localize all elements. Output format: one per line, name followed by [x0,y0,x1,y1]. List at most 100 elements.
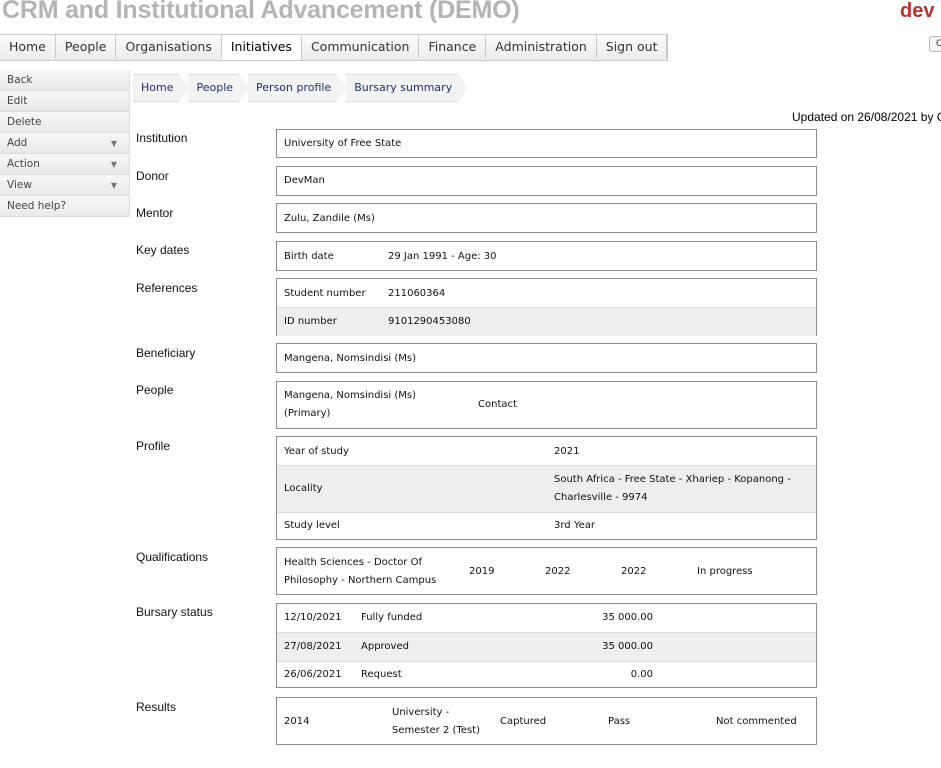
nav-communication[interactable]: Communication [302,35,420,58]
side-view[interactable]: View ▼ [0,175,130,196]
nav-organisations[interactable]: Organisations [116,35,222,58]
bursary-row: 26/06/2021 Request 0.00 [277,662,816,689]
side-menu: Back Edit Delete Add ▼ Action ▼ View ▼ Need… [0,70,130,217]
brand-logo: dev [900,0,935,22]
institution-value[interactable]: University of Free State [284,135,401,153]
person-primary: (Primary) [284,408,331,419]
donor-box: DevMan [276,166,817,196]
nav-home[interactable]: Home [0,35,56,58]
side-add-label: Add [7,137,28,149]
references-label: References [136,281,198,295]
bursary-amount: 35 000.00 [602,641,653,652]
bursary-date: 12/10/2021 [284,612,342,623]
reference-row: Student number 211060364 [277,279,816,308]
breadcrumb: Home People Person profile Bursary summa… [133,74,469,102]
key-date-value: 29 Jan 1991 - Age: 30 [388,251,497,262]
qualification-name-line2: Philosophy - Northern Campus [284,575,437,586]
side-back-label: Back [7,74,33,86]
profile-field-value-line2: Charlesville - 9974 [554,492,648,503]
profile-box: Year of study 2021 Locality South Africa… [276,436,817,540]
qualifications-box: Health Sciences - Doctor Of Philosophy -… [276,547,817,595]
breadcrumb-home[interactable]: Home [133,74,191,102]
breadcrumb-person-profile[interactable]: Person profile [248,74,348,102]
mentor-label: Mentor [136,206,174,220]
reference-value: 211060364 [388,288,446,299]
qualification-status: In progress [697,566,753,577]
key-dates-label: Key dates [136,243,190,257]
updated-text: Updated on 26/08/2021 by Ca [792,110,941,124]
nav-administration[interactable]: Administration [486,35,597,58]
result-outcome: Pass [608,716,631,727]
reference-row: ID number 9101290453080 [277,308,816,336]
qualification-end-year: 2022 [621,566,647,577]
results-label: Results [136,700,177,714]
person-name[interactable]: Mangena, Nomsindisi (Ms) [284,387,416,405]
bursary-amount: 0.00 [630,669,653,680]
side-action[interactable]: Action ▼ [0,154,130,175]
breadcrumb-people[interactable]: People [188,74,249,102]
nav-sign-out[interactable]: Sign out [597,35,668,58]
dropdown-arrow-icon: ▼ [110,181,117,190]
profile-field-name: Year of study [284,446,349,457]
key-date-name: Birth date [284,251,334,262]
qualification-start-year: 2019 [469,566,495,577]
result-period: University - [392,707,450,718]
profile-field-value: 3rd Year [554,520,595,531]
bursary-status: Fully funded [361,612,423,623]
profile-field-value: South Africa - Free State - Xhariep - Ko… [554,474,791,485]
person-role: Contact [478,399,517,410]
side-add[interactable]: Add ▼ [0,133,130,154]
app-title: CRM and Institutional Advancement (DEMO) [2,0,520,24]
side-back[interactable]: Back [0,70,130,91]
results-box: 2014 University - Semester 2 (Test) Capt… [276,697,817,745]
side-edit[interactable]: Edit [0,91,130,112]
reference-value: 9101290453080 [388,316,471,327]
bursary-date: 26/06/2021 [284,669,342,680]
nav-finance[interactable]: Finance [419,35,487,58]
beneficiary-value[interactable]: Mangena, Nomsindisi (Ms) [284,350,416,368]
qualifications-label: Qualifications [136,550,209,564]
breadcrumb-bursary-summary[interactable]: Bursary summary [346,74,469,102]
mentor-value[interactable]: Zulu, Zandile (Ms) [284,210,375,228]
header-button[interactable]: C [929,36,941,52]
result-state: Captured [500,716,547,727]
beneficiary-box: Mangena, Nomsindisi (Ms) [276,343,817,373]
bursary-status: Request [361,669,402,680]
donor-value[interactable]: DevMan [284,172,325,190]
bursary-status-box: 12/10/2021 Fully funded 35 000.00 27/08/… [276,603,817,688]
donor-label: Donor [136,169,169,183]
result-comment: Not commented [716,716,797,727]
profile-field-value: 2021 [554,446,580,457]
side-need-help-label: Need help? [7,200,67,212]
bursary-row: 27/08/2021 Approved 35 000.00 [277,633,816,662]
side-delete-label: Delete [7,116,42,128]
nav-initiatives[interactable]: Initiatives [221,35,302,60]
qualification-name[interactable]: Health Sciences - Doctor Of [284,554,422,572]
institution-label: Institution [136,131,188,145]
side-view-label: View [7,179,32,191]
bursary-date: 27/08/2021 [284,641,342,652]
profile-row: Year of study 2021 [277,437,816,466]
bursary-status-label: Bursary status [136,605,213,619]
side-delete[interactable]: Delete [0,112,130,133]
bursary-status: Approved [361,641,409,652]
mentor-box: Zulu, Zandile (Ms) [276,203,817,233]
bursary-row: 12/10/2021 Fully funded 35 000.00 [277,604,816,633]
bursary-amount: 35 000.00 [602,612,653,623]
key-dates-box: Birth date 29 Jan 1991 - Age: 30 [276,241,817,271]
result-year: 2014 [284,716,310,727]
top-navigation: Home People Organisations Initiatives Co… [0,34,669,61]
nav-people[interactable]: People [56,35,117,58]
profile-row: Study level 3rd Year [277,513,816,540]
references-box: Student number 211060364 ID number 91012… [276,278,817,336]
profile-field-name: Locality [284,483,323,494]
profile-row: Locality South Africa - Free State - Xha… [277,466,816,513]
institution-box: University of Free State [276,129,817,158]
dropdown-arrow-icon: ▼ [110,139,117,148]
side-need-help[interactable]: Need help? [0,196,130,217]
people-box: Mangena, Nomsindisi (Ms) (Primary) Conta… [276,381,817,429]
beneficiary-label: Beneficiary [136,346,196,360]
side-action-label: Action [7,158,40,170]
side-edit-label: Edit [7,95,28,107]
result-period-line2: Semester 2 (Test) [392,725,481,736]
